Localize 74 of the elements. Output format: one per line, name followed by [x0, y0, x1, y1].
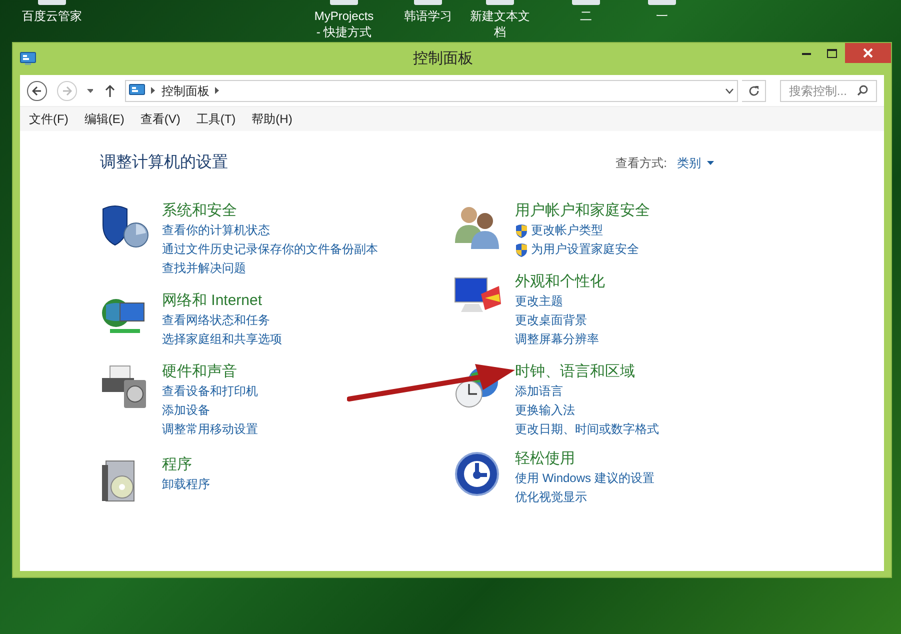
category-link[interactable]: 更改主题 [515, 292, 563, 311]
category-link[interactable]: 更改桌面背景 [515, 311, 587, 330]
category-link[interactable]: 查看网络状态和任务 [162, 311, 270, 330]
desktop-icon[interactable] [486, 0, 514, 5]
category-title[interactable]: 程序 [162, 455, 192, 475]
uac-shield-icon [515, 242, 528, 256]
up-arrow-icon [105, 84, 116, 96]
close-icon [863, 48, 873, 58]
category-link[interactable]: 卸载程序 [162, 475, 210, 494]
refresh-icon [748, 84, 760, 96]
desktop-icon-label[interactable]: MyProjects - 快捷方式 [312, 8, 376, 40]
view-by-dropdown[interactable]: 类别 [677, 154, 714, 172]
search-icon [856, 85, 868, 96]
category-link[interactable]: 更改帐户类型 [515, 221, 603, 240]
menu-item[interactable]: 查看(V) [133, 110, 188, 128]
back-arrow-icon [32, 86, 42, 96]
chevron-right-icon [151, 87, 156, 94]
window-title: 控制面板 [412, 48, 474, 69]
search-placeholder: 搜索控制... [788, 82, 847, 100]
uac-shield-icon [515, 224, 528, 238]
forward-button[interactable] [56, 80, 77, 100]
category-link[interactable]: 查找并解决问题 [162, 259, 246, 278]
desktop-icon[interactable] [648, 0, 676, 5]
category-link[interactable]: 使用 Windows 建议的设置 [515, 469, 654, 488]
category-link[interactable]: 查看你的计算机状态 [162, 221, 270, 240]
category-title[interactable]: 硬件和声音 [162, 362, 237, 382]
category-title[interactable]: 时钟、语言和区域 [515, 362, 635, 382]
maximize-icon [827, 48, 837, 58]
category-link[interactable]: 通过文件历史记录保存你的文件备份副本 [162, 240, 378, 259]
menu-item[interactable]: 工具(T) [189, 110, 243, 128]
desktop-icon[interactable] [330, 0, 358, 5]
back-button[interactable] [27, 80, 47, 100]
category-link[interactable]: 为用户设置家庭安全 [515, 240, 639, 259]
category-link[interactable]: 添加语言 [515, 382, 563, 401]
category-link[interactable]: 添加设备 [162, 401, 210, 420]
category-link[interactable]: 更换输入法 [515, 401, 575, 420]
category-link[interactable]: 查看设备和打印机 [162, 382, 258, 401]
category-title[interactable]: 网络和 Internet [162, 291, 262, 311]
close-button[interactable] [845, 43, 891, 63]
caret-icon [707, 161, 714, 165]
category-link[interactable]: 调整常用移动设置 [162, 420, 258, 439]
page-heading: 调整计算机的设置 [100, 152, 228, 173]
desktop-icon-label[interactable]: 百度云管家 [20, 8, 84, 24]
desktop-icon-label[interactable]: 韩语学习 [396, 8, 460, 24]
category-title[interactable]: 外观和个性化 [515, 272, 605, 292]
category-title[interactable]: 系统和安全 [162, 201, 237, 221]
breadcrumb-item[interactable]: 控制面板 [161, 82, 210, 100]
view-by-label: 查看方式: [616, 155, 667, 172]
desktop-icon[interactable] [414, 0, 442, 5]
dropdown-caret-icon [86, 88, 94, 92]
category-link[interactable]: 更改日期、时间或数字格式 [515, 420, 659, 439]
category-link[interactable]: 优化视觉显示 [515, 488, 587, 507]
desktop-icon-label[interactable]: 新建文本文档 [468, 8, 532, 40]
desktop-icon[interactable] [38, 0, 66, 5]
control-panel-icon [129, 84, 146, 98]
control-panel-icon [20, 52, 36, 66]
desktop-icon-label[interactable]: 一 [630, 8, 694, 24]
menu-item[interactable]: 帮助(H) [244, 110, 300, 128]
shield-icon [100, 203, 150, 249]
chevron-right-icon [215, 87, 220, 94]
menu-item[interactable]: 文件(F) [22, 110, 76, 128]
desktop-icon[interactable] [572, 0, 600, 5]
search-field[interactable]: 搜索控制... [780, 80, 877, 102]
category-link[interactable]: 调整屏幕分辨率 [515, 330, 599, 349]
forward-arrow-icon [62, 86, 72, 96]
category-title[interactable]: 用户帐户和家庭安全 [515, 201, 650, 221]
category-title[interactable]: 轻松使用 [515, 449, 575, 469]
category-link[interactable]: 选择家庭组和共享选项 [162, 330, 282, 349]
desktop-icon-label[interactable]: 二 [554, 8, 618, 24]
chevron-down-icon [725, 88, 734, 94]
minimize-icon [802, 52, 810, 54]
menu-item[interactable]: 编辑(E) [77, 110, 132, 128]
address-field[interactable]: 控制面板 [125, 80, 738, 102]
refresh-button[interactable] [742, 80, 766, 102]
